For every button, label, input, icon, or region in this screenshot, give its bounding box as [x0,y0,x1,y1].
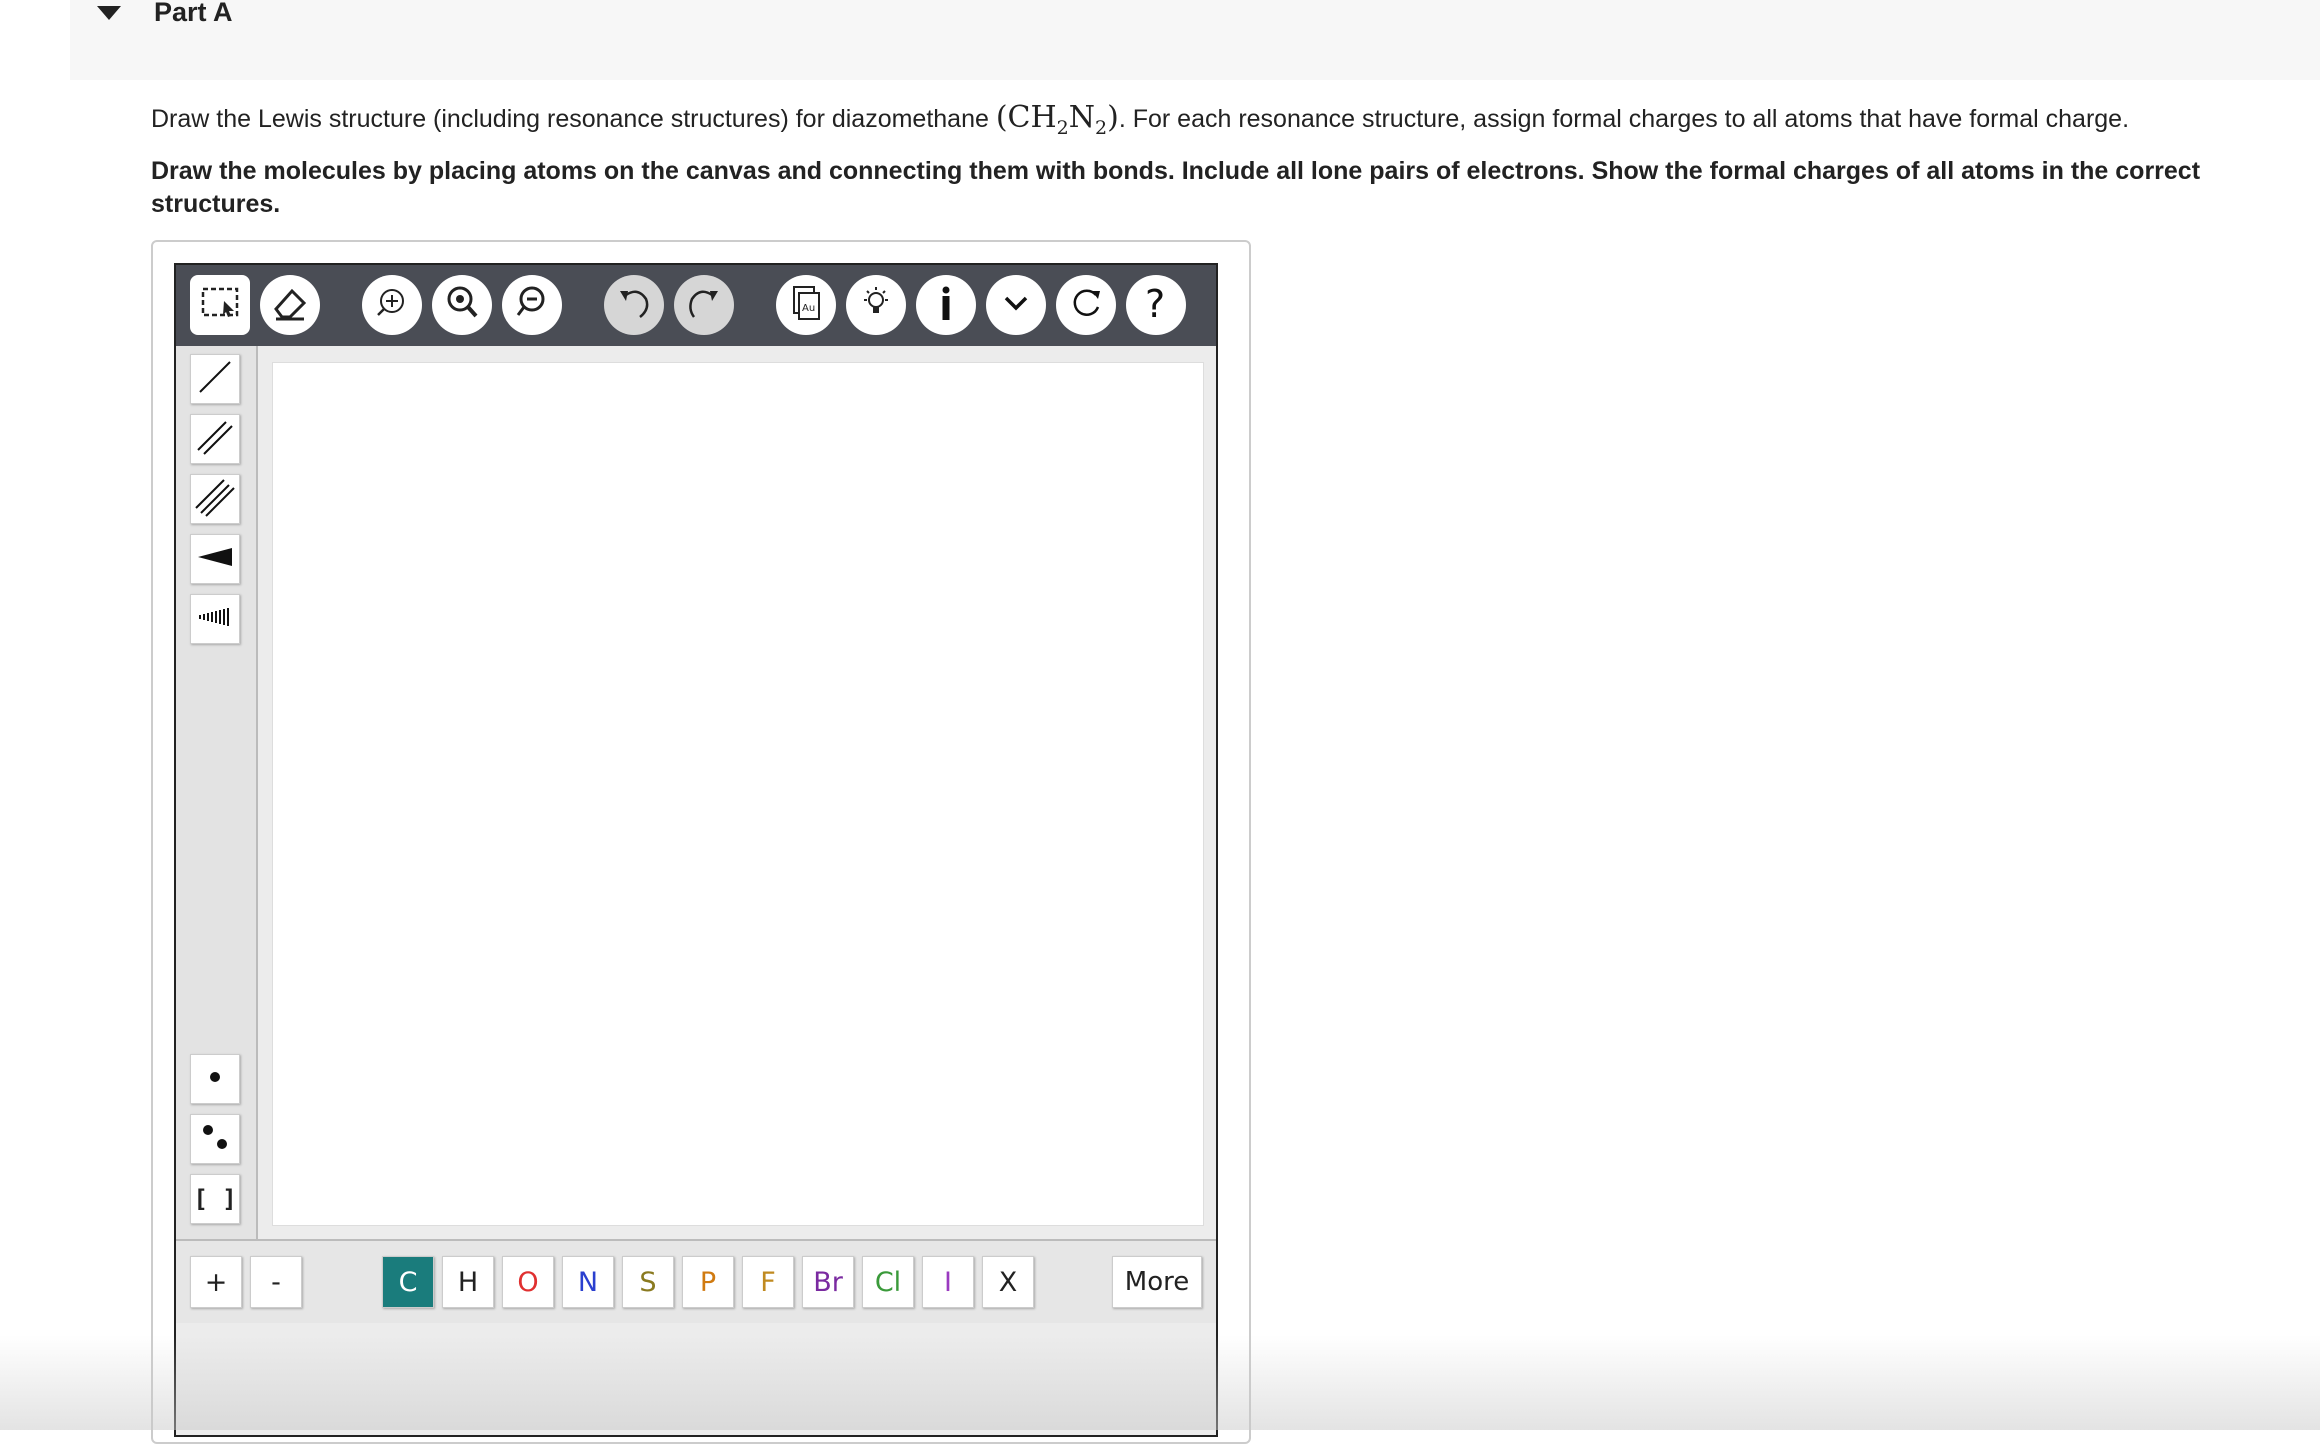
help-button[interactable]: ? [1126,275,1186,335]
formula-open: (CH [995,100,1057,135]
bracket-icon: [ ] [193,1185,237,1213]
negative-charge-button[interactable]: - [250,1256,302,1308]
formula: (CH2N2) [995,100,1119,139]
zoom-fit-icon [370,281,414,330]
element-button-c[interactable]: C [382,1256,434,1308]
single-bond-button[interactable] [190,354,240,404]
formula-close: ) [1107,100,1119,135]
info-icon [924,281,968,330]
expand-icon [994,281,1038,330]
element-symbol: Br [813,1266,843,1298]
element-button-n[interactable]: N [562,1256,614,1308]
element-symbol: H [457,1266,479,1298]
formula-sub1: 2 [1056,117,1069,139]
templates-button[interactable]: Au [776,275,836,335]
element-button-cl[interactable]: Cl [862,1256,914,1308]
part-header[interactable] [70,0,2320,80]
zoom-out-button[interactable] [502,275,562,335]
eraser-button[interactable] [260,275,320,335]
question-text: Draw the Lewis structure (including reso… [151,98,2129,148]
bond-tool-panel: [ ] [176,346,258,1318]
hash-bond-button[interactable] [190,594,240,644]
zoom-in-button[interactable] [432,275,492,335]
element-symbol: F [760,1266,776,1298]
element-symbol: C [398,1266,418,1298]
reset-icon [1064,281,1108,330]
hint-icon [854,281,898,330]
negative-charge-label: - [271,1266,281,1298]
select-tool-button[interactable] [190,275,250,335]
element-button-s[interactable]: S [622,1256,674,1308]
undo-button[interactable] [604,275,664,335]
editor-toolbar: Au ? [176,265,1216,346]
reset-button[interactable] [1056,275,1116,335]
zoom-in-icon [440,281,484,330]
element-symbol: Cl [874,1266,902,1298]
svg-text:Au: Au [802,303,815,314]
element-button-x[interactable]: X [982,1256,1034,1308]
single-bond-icon [194,356,236,403]
help-icon: ? [1134,281,1178,330]
element-symbol: X [998,1266,1018,1298]
question-text-before: Draw the Lewis structure (including reso… [151,105,996,133]
element-symbol: P [699,1266,717,1298]
element-button-p[interactable]: P [682,1256,734,1308]
formula-sub2: 2 [1095,117,1108,139]
part-title: Part A [154,0,233,27]
triple-bond-button[interactable] [190,474,240,524]
zoom-out-icon [510,281,554,330]
double-bond-icon [194,416,236,463]
templates-icon: Au [784,281,828,330]
element-symbol: S [639,1266,657,1298]
wedge-bond-icon [194,536,236,583]
wedge-bond-button[interactable] [190,534,240,584]
collapse-caret-icon[interactable] [97,6,121,20]
radical-button[interactable] [190,1054,240,1104]
drawing-canvas[interactable] [272,362,1204,1226]
positive-charge-label: + [204,1266,228,1298]
radical-icon [194,1056,236,1103]
triple-bond-icon [194,476,236,523]
molecule-editor: Au ? [] + - C H O N S P F Br Cl I X Mor… [174,263,1218,1437]
zoom-fit-button[interactable] [362,275,422,335]
redo-button[interactable] [674,275,734,335]
element-button-h[interactable]: H [442,1256,494,1308]
element-symbol: I [944,1266,952,1298]
element-button-f[interactable]: F [742,1256,794,1308]
lone-pair-button[interactable] [190,1114,240,1164]
bracket-button[interactable]: [ ] [190,1174,240,1224]
element-button-i[interactable]: I [922,1256,974,1308]
hint-button[interactable] [846,275,906,335]
positive-charge-button[interactable]: + [190,1256,242,1308]
redo-icon [682,281,726,330]
more-elements-button[interactable]: More [1112,1256,1202,1308]
svg-text:?: ? [1145,282,1165,325]
element-button-br[interactable]: Br [802,1256,854,1308]
double-bond-button[interactable] [190,414,240,464]
instructions: Draw the molecules by placing atoms on t… [151,157,2201,218]
lone-pair-icon [194,1116,236,1163]
eraser-icon [268,281,312,330]
element-symbol: O [517,1266,539,1298]
undo-icon [612,281,656,330]
formula-mid: N [1068,100,1096,135]
expand-button[interactable] [986,275,1046,335]
element-symbol: N [577,1266,599,1298]
info-button[interactable] [916,275,976,335]
element-button-o[interactable]: O [502,1256,554,1308]
select-icon [198,281,242,330]
hash-bond-icon [194,596,236,643]
element-bar: + - C H O N S P F Br Cl I X More [176,1239,1216,1323]
question-text-after: . For each resonance structure, assign f… [1118,105,2130,133]
